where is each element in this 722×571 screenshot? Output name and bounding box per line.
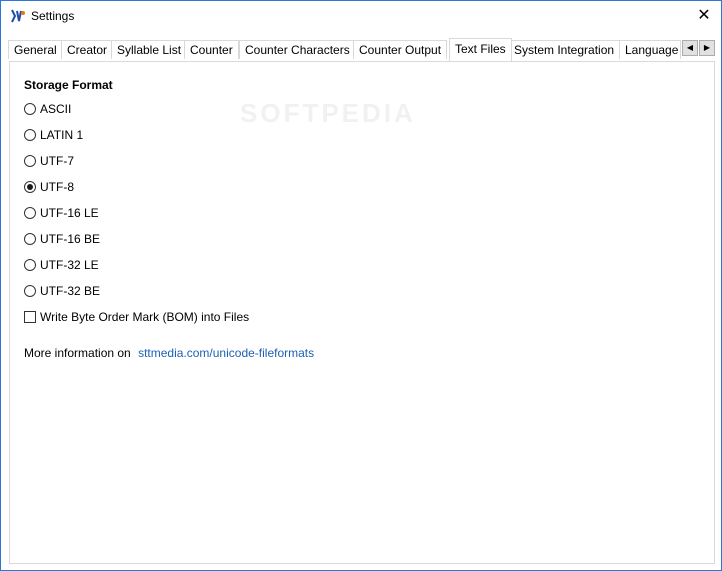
tab-system-integration[interactable]: System Integration [508, 40, 621, 59]
radio-button[interactable] [24, 285, 36, 297]
radio-label: UTF-7 [40, 154, 74, 168]
watermark: SOFTPEDIA [240, 98, 416, 128]
arrow-left-icon: ◀ [686, 43, 694, 52]
storage-format-heading: Storage Format [24, 78, 113, 92]
tab-syllable-list[interactable]: Syllable List [111, 40, 188, 59]
radio-latin1[interactable]: LATIN 1 [24, 126, 83, 144]
radio-button[interactable] [24, 207, 36, 219]
settings-window: Settings ✕ General Creator Syllable List… [0, 0, 722, 571]
bom-checkbox[interactable] [24, 311, 36, 323]
radio-label: UTF-32 LE [40, 258, 99, 272]
radio-button[interactable] [24, 259, 36, 271]
radio-utf16-le[interactable]: UTF-16 LE [24, 204, 99, 222]
tab-scroll-right-button[interactable]: ▶ [699, 40, 715, 56]
app-icon [11, 9, 25, 23]
tab-general[interactable]: General [8, 40, 63, 59]
title-bar: Settings ✕ [1, 1, 721, 32]
unicode-fileformats-link[interactable]: sttmedia.com/unicode-fileformats [138, 346, 314, 360]
tab-counter-characters[interactable]: Counter Characters [239, 40, 356, 59]
close-button[interactable]: ✕ [687, 1, 721, 32]
radio-label: UTF-32 BE [40, 284, 101, 298]
radio-ascii[interactable]: ASCII [24, 100, 71, 118]
window-title: Settings [31, 9, 75, 23]
radio-utf32-be[interactable]: UTF-32 BE [24, 282, 100, 300]
tab-strip: General Creator Syllable List Counter Co… [8, 38, 718, 62]
radio-label: UTF-16 BE [40, 232, 101, 246]
tab-scroll-left-button[interactable]: ◀ [682, 40, 698, 56]
more-info: More information on sttmedia.com/unicode… [24, 346, 314, 360]
bom-checkbox-row[interactable]: Write Byte Order Mark (BOM) into Files [24, 308, 249, 326]
tab-text-files[interactable]: Text Files [449, 38, 512, 61]
radio-label: UTF-16 LE [40, 206, 99, 220]
radio-utf32-le[interactable]: UTF-32 LE [24, 256, 99, 274]
tab-creator[interactable]: Creator [61, 40, 114, 59]
bom-checkbox-label: Write Byte Order Mark (BOM) into Files [40, 310, 250, 324]
radio-utf16-be[interactable]: UTF-16 BE [24, 230, 100, 248]
more-info-text: More information on [24, 346, 131, 360]
tab-panel-text-files: SOFTPEDIA Storage Format ASCII LATIN 1 U… [9, 61, 715, 564]
radio-button-selected[interactable] [24, 181, 36, 193]
arrow-right-icon: ▶ [703, 43, 711, 52]
radio-label: UTF-8 [40, 180, 74, 194]
close-icon: ✕ [697, 7, 711, 24]
radio-utf7[interactable]: UTF-7 [24, 152, 74, 170]
tab-counter[interactable]: Counter [184, 40, 239, 59]
tab-language[interactable]: Language [619, 40, 681, 59]
tab-counter-output[interactable]: Counter Output [353, 40, 448, 59]
radio-label: ASCII [40, 102, 72, 116]
radio-button[interactable] [24, 103, 36, 115]
radio-button[interactable] [24, 129, 36, 141]
radio-utf8[interactable]: UTF-8 [24, 178, 74, 196]
radio-button[interactable] [24, 155, 36, 167]
radio-button[interactable] [24, 233, 36, 245]
radio-label: LATIN 1 [40, 128, 84, 142]
